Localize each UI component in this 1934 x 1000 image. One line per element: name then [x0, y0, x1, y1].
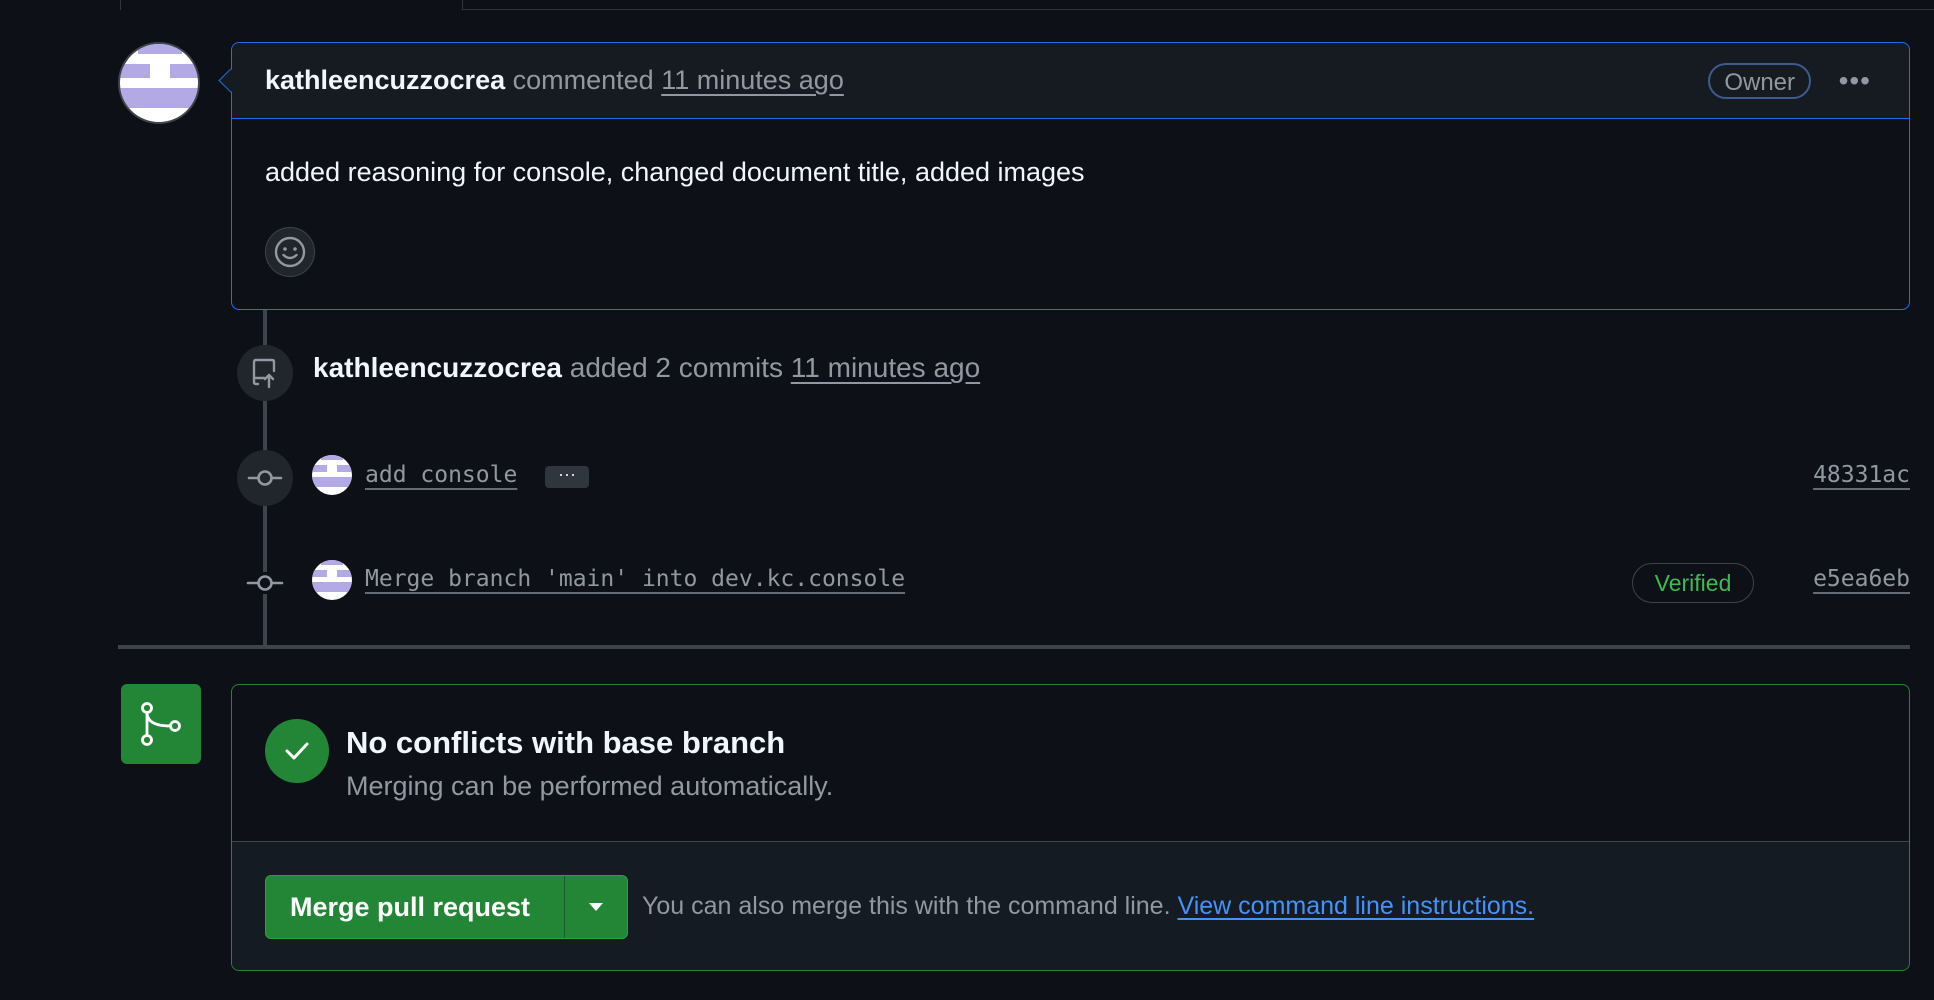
- command-line-hint: You can also merge this with the command…: [642, 892, 1534, 921]
- comment-header: kathleencuzzocrea commented 11 minutes a…: [232, 43, 1909, 119]
- comment-author[interactable]: kathleencuzzocrea: [265, 65, 505, 96]
- merge-box: No conflicts with base branch Merging ca…: [231, 684, 1910, 971]
- git-commit-icon: [247, 470, 283, 486]
- add-reaction-button[interactable]: [265, 227, 315, 277]
- command-line-hint-text: You can also merge this with the command…: [642, 892, 1171, 920]
- comment-action: commented: [512, 65, 654, 95]
- git-commit-icon: [246, 575, 284, 591]
- commit-sha[interactable]: e5ea6eb: [1813, 566, 1910, 592]
- event-author[interactable]: kathleencuzzocrea: [313, 352, 562, 383]
- merge-pull-request-button[interactable]: Merge pull request: [266, 876, 564, 938]
- comment-body: added reasoning for console, changed doc…: [265, 157, 1085, 187]
- git-merge-icon: [141, 702, 181, 746]
- merge-status-title: No conflicts with base branch: [346, 725, 786, 760]
- commit-avatar[interactable]: [312, 560, 352, 600]
- timeline-divider: [118, 645, 1910, 649]
- event-action: added 2 commits: [569, 352, 783, 383]
- event-timestamp[interactable]: 11 minutes ago: [791, 352, 980, 383]
- commit-message[interactable]: Merge branch 'main' into dev.kc.console: [365, 566, 905, 592]
- merge-method-dropdown[interactable]: [564, 876, 627, 938]
- smiley-icon: [274, 236, 306, 268]
- merge-actions: Merge pull request You can also merge th…: [232, 842, 1909, 970]
- merge-button-group: Merge pull request: [265, 875, 628, 939]
- merge-status: No conflicts with base branch Merging ca…: [232, 685, 1909, 842]
- check-icon: [285, 742, 309, 760]
- owner-badge: Owner: [1708, 63, 1811, 99]
- comment-timestamp[interactable]: 11 minutes ago: [661, 65, 844, 96]
- timeline-top-edge: [120, 0, 121, 10]
- commit-node: [244, 572, 286, 594]
- avatar[interactable]: [118, 42, 200, 124]
- commit-badge: [237, 450, 293, 506]
- expand-commit-button[interactable]: ···: [545, 465, 589, 488]
- comment-box: kathleencuzzocrea commented 11 minutes a…: [231, 42, 1910, 310]
- triangle-down-icon: [589, 903, 603, 911]
- push-badge: [237, 345, 293, 401]
- commit-event: kathleencuzzocrea added 2 commits 11 min…: [313, 352, 980, 384]
- repo-push-icon: [252, 358, 276, 389]
- commit-message[interactable]: add console: [365, 462, 517, 488]
- commit-avatar[interactable]: [312, 455, 352, 495]
- verified-badge[interactable]: Verified: [1632, 563, 1754, 603]
- merge-status-badge: [121, 684, 201, 764]
- check-badge: [265, 719, 329, 783]
- command-line-instructions-link[interactable]: View command line instructions.: [1177, 892, 1534, 920]
- merge-status-subtitle: Merging can be performed automatically.: [346, 771, 834, 801]
- tab-underline: [462, 0, 1934, 10]
- kebab-menu-icon[interactable]: •••: [1839, 65, 1871, 97]
- commit-sha[interactable]: 48331ac: [1813, 462, 1910, 488]
